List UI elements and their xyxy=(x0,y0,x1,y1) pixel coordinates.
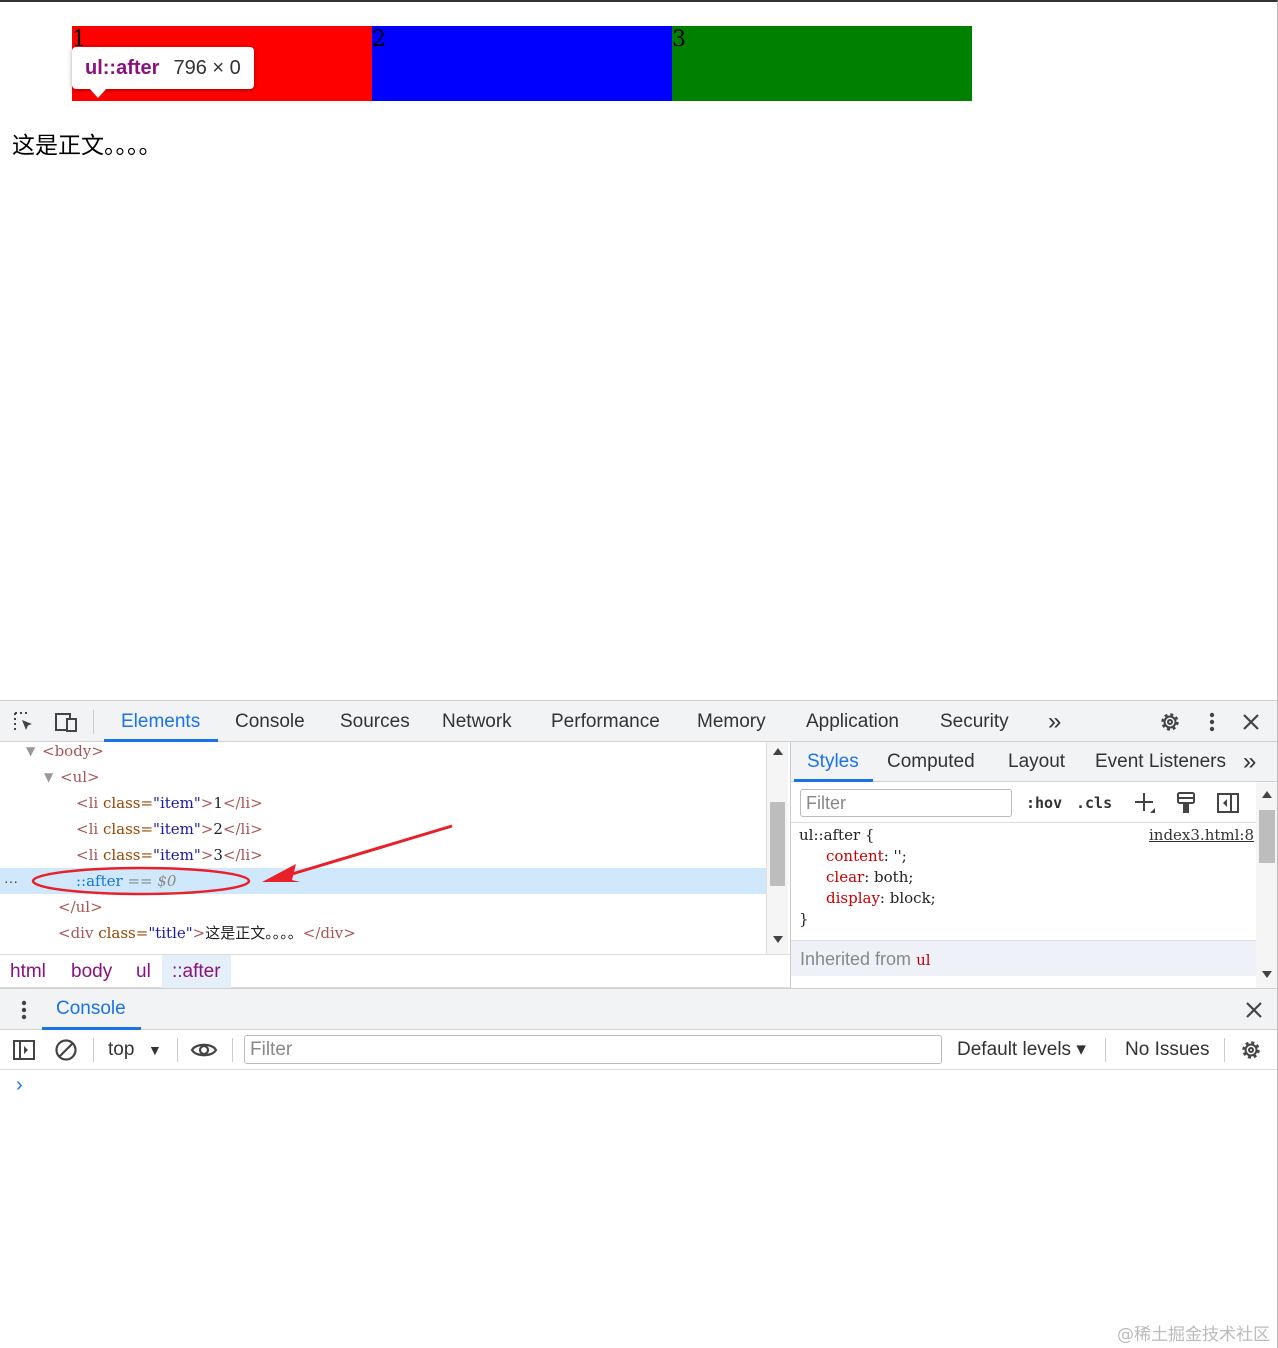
watermark: @稀土掘金技术社区 xyxy=(1117,1325,1270,1345)
toolbar-separator xyxy=(1105,1038,1106,1062)
console-settings-gear-icon[interactable] xyxy=(1236,1035,1266,1065)
inspect-tooltip: ul::after 796 × 0 xyxy=(72,47,254,89)
devtools-toolbar: Elements Console Sources Network Perform… xyxy=(0,700,1277,742)
console-filter-input[interactable]: Filter xyxy=(244,1035,942,1064)
rule-close-brace: } xyxy=(799,910,809,928)
toggle-sidebar-icon[interactable] xyxy=(1214,789,1242,817)
tab-elements[interactable]: Elements xyxy=(121,701,200,742)
breadcrumb-after[interactable]: ::after xyxy=(162,955,231,988)
styles-filter-row: Filter :hov .cls xyxy=(791,783,1256,823)
device-toolbar-icon[interactable] xyxy=(50,701,82,742)
dom-breadcrumb: html body ul ::after xyxy=(0,954,790,988)
tab-performance[interactable]: Performance xyxy=(551,701,660,742)
breadcrumb-ul[interactable]: ul xyxy=(126,955,161,988)
context-selector[interactable]: top xyxy=(108,1030,134,1070)
scroll-thumb[interactable] xyxy=(770,802,785,886)
tab-event-listeners[interactable]: Event Listeners xyxy=(1095,742,1226,782)
list-item-2-label: 2 xyxy=(372,27,386,52)
prop-name: display xyxy=(826,889,880,907)
tooltip-arrow xyxy=(89,88,107,98)
console-sidebar-icon[interactable] xyxy=(9,1035,39,1065)
page-body-text: 这是正文。。。。 xyxy=(12,133,162,159)
drawer-menu-icon[interactable] xyxy=(8,989,40,1030)
css-property[interactable]: display: block; xyxy=(799,888,1254,909)
prop-value: ''; xyxy=(893,847,907,865)
tooltip-selector: ul::after xyxy=(85,56,160,79)
hov-toggle[interactable]: :hov xyxy=(1026,783,1062,823)
more-tabs-icon[interactable]: » xyxy=(1048,701,1061,742)
tab-network[interactable]: Network xyxy=(442,701,512,742)
annotation-overlay xyxy=(31,824,453,896)
tab-security[interactable]: Security xyxy=(940,701,1009,742)
scroll-down-arrow-icon[interactable] xyxy=(1262,971,1272,978)
tab-computed[interactable]: Computed xyxy=(887,742,975,782)
tab-sources[interactable]: Sources xyxy=(340,701,410,742)
breadcrumb-html[interactable]: html xyxy=(0,955,56,988)
inherited-tag-link[interactable]: ul xyxy=(916,951,930,969)
issues-counter[interactable]: No Issues xyxy=(1125,1030,1209,1070)
toolbar-separator xyxy=(232,1038,233,1062)
tab-application[interactable]: Application xyxy=(806,701,899,742)
scroll-down-arrow-icon[interactable] xyxy=(773,936,783,943)
more-vert-icon[interactable] xyxy=(1196,701,1228,742)
live-expression-eye-icon[interactable] xyxy=(189,1035,219,1065)
close-drawer-icon[interactable] xyxy=(1238,989,1270,1030)
rule-source-link[interactable]: index3.html:8 xyxy=(1149,825,1254,846)
scroll-up-arrow-icon[interactable] xyxy=(773,748,783,755)
drawer-tab-console[interactable]: Console xyxy=(56,989,126,1029)
styles-tab-indicator xyxy=(794,779,873,782)
styles-filter-input[interactable]: Filter xyxy=(800,789,1012,817)
toolbar-separator xyxy=(93,1038,94,1062)
console-toolbar: top ▼ Filter Default levels ▾ No Issues xyxy=(0,1030,1277,1070)
inherited-from-header: Inherited from ul xyxy=(791,940,1256,976)
inspect-element-icon[interactable] xyxy=(8,701,40,742)
log-levels-dropdown[interactable]: Default levels ▾ xyxy=(957,1030,1086,1070)
style-rule-ul-after: ul::after { index3.html:8 content: ''; c… xyxy=(799,825,1254,930)
styles-tabs-bar: Styles Computed Layout Event Listeners » xyxy=(791,742,1277,782)
paint-brush-icon[interactable] xyxy=(1172,789,1200,817)
list-item-3: 3 xyxy=(672,26,972,101)
drawer-tab-bar: Console xyxy=(0,988,1277,1030)
inherited-label: Inherited from xyxy=(800,949,912,969)
css-property[interactable]: clear: both; xyxy=(799,867,1254,888)
cls-toggle[interactable]: .cls xyxy=(1076,783,1112,823)
annotation-arrow-line xyxy=(291,824,453,876)
breadcrumb-body[interactable]: body xyxy=(61,955,122,988)
styles-sidebar: Styles Computed Layout Event Listeners »… xyxy=(790,742,1277,988)
list-item-2: 2 xyxy=(372,26,672,101)
css-property[interactable]: content: ''; xyxy=(799,846,1254,867)
page-viewport: 1 2 3 ul::after 796 × 0 这是正文。。。。 xyxy=(0,2,1277,700)
scroll-thumb[interactable] xyxy=(1259,810,1275,863)
prop-value: both; xyxy=(874,868,914,886)
toolbar-separator xyxy=(93,710,94,734)
settings-gear-icon[interactable] xyxy=(1154,701,1186,742)
elements-dom-tree: ▼ <body> ▼ <ul> <li class="item">1</li> … xyxy=(0,742,788,954)
new-style-rule-icon[interactable] xyxy=(1131,789,1159,817)
close-devtools-icon[interactable] xyxy=(1235,701,1267,742)
console-prompt-icon[interactable]: › xyxy=(16,1074,23,1097)
tooltip-size: 796 × 0 xyxy=(173,56,241,79)
toolbar-separator xyxy=(1224,1038,1225,1062)
tab-memory[interactable]: Memory xyxy=(697,701,766,742)
toolbar-separator xyxy=(177,1038,178,1062)
tab-console[interactable]: Console xyxy=(235,701,305,742)
clear-console-icon[interactable] xyxy=(51,1035,81,1065)
context-dropdown-icon[interactable]: ▼ xyxy=(148,1030,162,1070)
tab-layout[interactable]: Layout xyxy=(1008,742,1065,782)
tab-styles[interactable]: Styles xyxy=(807,742,859,782)
prop-name: content xyxy=(826,847,884,865)
list-item-3-label: 3 xyxy=(672,27,686,52)
scroll-up-arrow-icon[interactable] xyxy=(1262,791,1272,798)
styles-scrollbar[interactable] xyxy=(1256,783,1277,988)
prop-value: block; xyxy=(889,889,936,907)
annotation-ellipse xyxy=(31,866,251,896)
elements-scrollbar[interactable] xyxy=(766,742,788,954)
prop-name: clear xyxy=(826,868,865,886)
more-style-tabs-icon[interactable]: » xyxy=(1243,742,1256,782)
